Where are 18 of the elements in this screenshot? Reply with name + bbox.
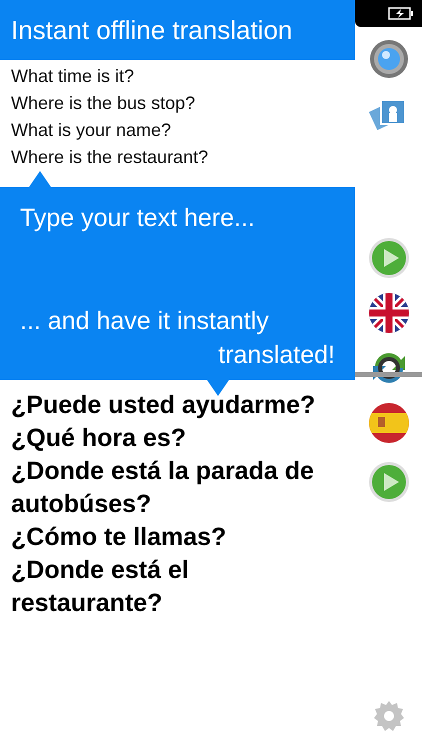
callout-text: ... and have it instantly [20,306,270,337]
callout-text: Type your text here... [20,203,256,234]
play-icon [368,237,410,279]
callout-text: translated! [218,340,335,371]
source-text-line: Where is the restaurant? [11,146,210,169]
source-text-line: Where is the bus stop? [11,92,196,115]
play-icon [368,461,410,503]
translated-text-line: ¿Puede usted ayudarme? [11,390,316,421]
source-text-line: What time is it? [11,65,136,88]
settings-icon [372,699,406,733]
banner-title: Instant offline translation [0,0,355,60]
translated-text-line: ¿Cómo te llamas? [11,522,228,553]
battery-icon [388,7,414,20]
translated-text-line: ¿Donde está el restaurante? [11,555,190,619]
translated-text-line: ¿Donde está la parada de autobúses? [11,456,315,520]
camera-icon [368,39,408,79]
translated-text-line: ¿Qué hora es? [11,423,188,454]
source-text-line: What is your name? [11,119,172,142]
